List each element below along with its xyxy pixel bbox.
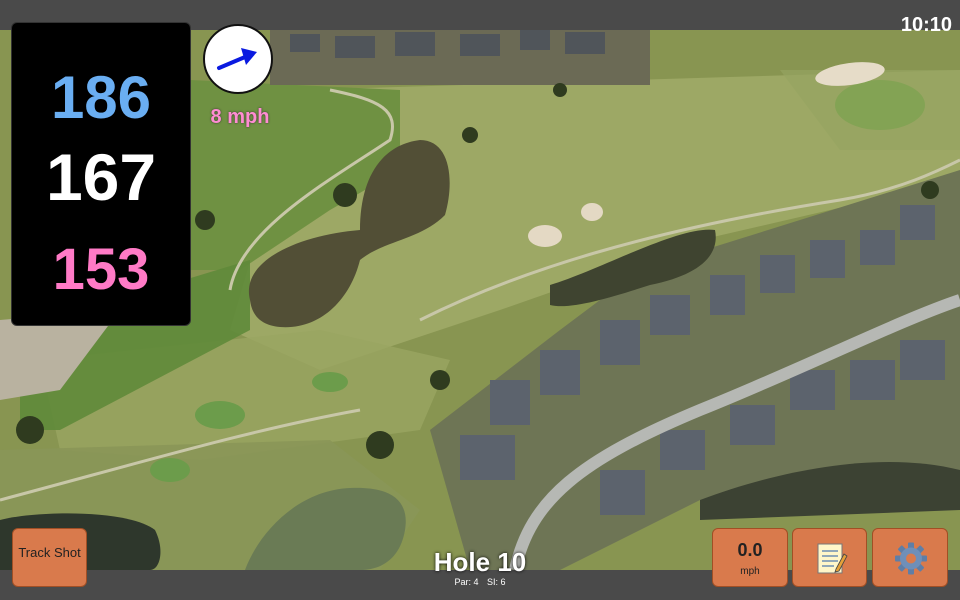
front-distance: 153 <box>52 237 150 302</box>
hole-title: Hole 10 <box>433 547 527 577</box>
speed-button[interactable]: 0.0 mph <box>712 528 788 587</box>
notes-button[interactable] <box>792 528 867 587</box>
notepad-icon <box>817 543 848 574</box>
middle-distance: 167 <box>45 140 157 214</box>
par-label: Par: 4 <box>454 577 479 587</box>
speed-value: 0.0 <box>737 540 763 560</box>
stroke-index-label: SI: 6 <box>487 577 506 587</box>
gear-icon <box>895 542 927 575</box>
wind-direction-indicator <box>203 24 273 94</box>
back-distance: 186 <box>50 64 152 131</box>
settings-button[interactable] <box>872 528 948 587</box>
track-shot-button[interactable]: Track Shot <box>12 528 87 587</box>
hole-info: Par: 4 SI: 6 <box>380 577 580 587</box>
distance-panel: 186 167 153 <box>11 22 191 326</box>
speed-unit: mph <box>740 566 760 577</box>
wind-speed-label: 8 mph <box>210 106 270 128</box>
arrow-icon <box>217 48 257 70</box>
status-time: 10:10 <box>900 14 952 36</box>
